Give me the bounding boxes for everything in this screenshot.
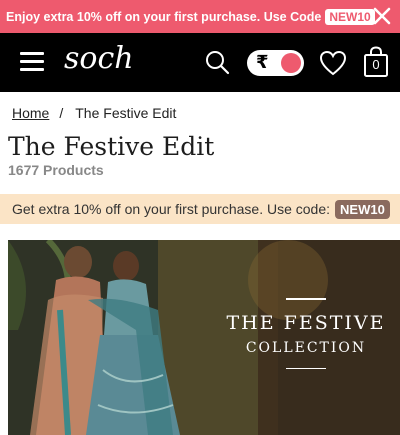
wishlist-button[interactable] [319, 50, 347, 76]
site-header: soch ₹ 0 [0, 33, 400, 92]
breadcrumb-separator: / [59, 105, 64, 121]
bag-count: 0 [372, 57, 380, 72]
offer-strip: Get extra 10% off on your first purchase… [0, 194, 400, 224]
currency-toggle[interactable]: ₹ [247, 50, 304, 76]
toggle-knob [281, 53, 301, 73]
menu-button[interactable] [20, 52, 44, 72]
breadcrumb-current: The Festive Edit [75, 105, 177, 121]
menu-icon [20, 52, 44, 71]
offer-text: Get extra 10% off on your first purchase… [12, 201, 331, 217]
product-count: 1677 Products [8, 162, 104, 178]
promo-text: Enjoy extra 10% off on your first purcha… [6, 9, 322, 24]
search-button[interactable] [204, 49, 230, 75]
banner-bottom-rule [286, 367, 326, 369]
banner-title: THE FESTIVE [226, 311, 386, 334]
brand-logo[interactable]: soch [64, 41, 134, 76]
search-icon [206, 51, 230, 75]
promo-bar: Enjoy extra 10% off on your first purcha… [0, 0, 400, 33]
close-icon [373, 7, 391, 25]
banner-subtitle: COLLECTION [245, 339, 367, 356]
page-title: The Festive Edit [8, 132, 215, 161]
promo-code-badge: NEW10 [325, 8, 375, 25]
close-promo-button[interactable] [372, 6, 392, 26]
breadcrumb-home-link[interactable]: Home [12, 105, 49, 121]
shopping-bag-button[interactable]: 0 [363, 46, 389, 78]
banner-headline: THE FESTIVE COLLECTION [222, 298, 390, 369]
banner-top-rule [286, 298, 326, 300]
rupee-icon: ₹ [256, 52, 269, 73]
offer-code-badge: NEW10 [335, 199, 390, 219]
heart-icon [319, 50, 347, 76]
breadcrumb: Home / The Festive Edit [12, 105, 176, 121]
festive-collection-banner[interactable]: THE FESTIVE COLLECTION [8, 240, 400, 435]
